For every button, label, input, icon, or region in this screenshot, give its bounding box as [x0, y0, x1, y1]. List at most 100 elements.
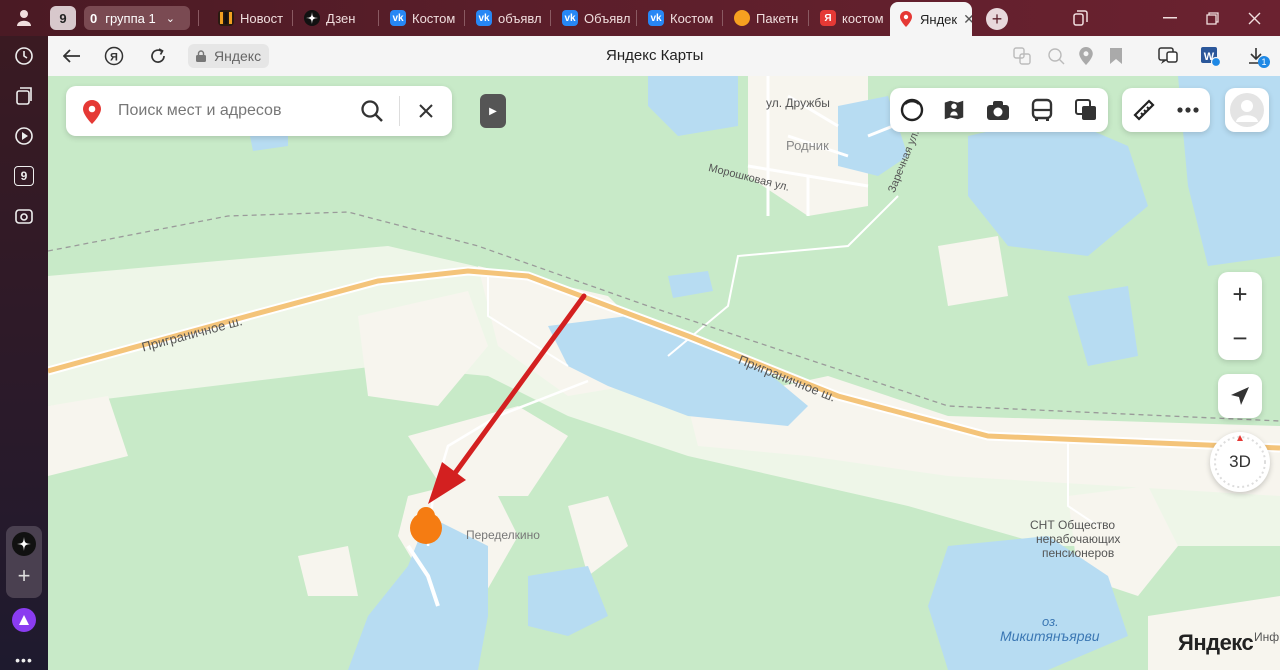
place-label: Родник	[786, 138, 829, 153]
word-extension-icon[interactable]: W	[1198, 44, 1222, 68]
search-input[interactable]	[118, 86, 348, 136]
camera-icon[interactable]	[986, 98, 1010, 122]
screenshot-icon[interactable]	[12, 204, 36, 228]
tab-divider	[808, 10, 809, 26]
tab-group[interactable]: 0 группа 1 ⌄	[84, 6, 190, 30]
tools-toolbar	[1122, 88, 1210, 132]
history-icon[interactable]	[12, 44, 36, 68]
download-icon[interactable]: 1	[1244, 44, 1270, 68]
video-icon[interactable]	[12, 124, 36, 148]
tab-counter-badge[interactable]: 9	[50, 6, 76, 30]
tab-label: костом	[842, 10, 884, 26]
minimize-icon[interactable]	[1160, 8, 1180, 28]
tab-divider	[636, 10, 637, 26]
profile-icon[interactable]	[14, 8, 34, 28]
yandex-icon: Я	[820, 10, 836, 26]
search-icon[interactable]	[360, 99, 384, 123]
map-canvas[interactable]: ул. Дружбы Родник Морошковая ул. Заречна…	[48, 76, 1280, 670]
reader-icon[interactable]	[1156, 44, 1180, 68]
bookmark-icon[interactable]	[1104, 44, 1128, 68]
download-badge: 1	[1258, 56, 1270, 68]
tab-label: Новост	[240, 10, 284, 26]
zoom-in-button[interactable]: +	[1218, 272, 1262, 316]
search-box	[66, 86, 452, 136]
tab-label: Объявл	[584, 10, 631, 26]
street-label: ул. Дружбы	[766, 96, 830, 110]
tab-dzen[interactable]: Дзен	[296, 4, 376, 32]
tab-label: Костом	[670, 10, 714, 26]
snt-label: пенсионеров	[1042, 546, 1115, 560]
user-avatar[interactable]	[1225, 88, 1269, 132]
tab-label: Яндек	[920, 11, 958, 27]
3d-button[interactable]: 3D	[1210, 432, 1270, 492]
tab-vk-4[interactable]: vk Костом	[640, 4, 720, 32]
tab-news[interactable]: Новост	[210, 4, 290, 32]
location-permission-icon[interactable]	[1074, 44, 1098, 68]
layers-icon[interactable]	[1074, 98, 1098, 122]
maps-pin-icon	[898, 11, 914, 27]
tab-divider	[292, 10, 293, 26]
zoom-page-icon[interactable]	[1044, 44, 1068, 68]
vk-icon: vk	[390, 10, 406, 26]
reload-icon[interactable]	[148, 46, 168, 66]
tab-yandex-maps[interactable]: Яндек ✕	[890, 2, 972, 36]
lake-label: оз.	[1042, 614, 1059, 629]
dzen-icon[interactable]	[12, 532, 36, 556]
browser-sidebar: 9 + •••	[0, 36, 48, 670]
new-tab-icon[interactable]: +	[986, 8, 1008, 30]
add-app-icon[interactable]: +	[12, 563, 36, 588]
tab-vk-2[interactable]: vk объявл	[468, 4, 548, 32]
tab-divider	[722, 10, 723, 26]
layers-toolbar	[890, 88, 1108, 132]
zoom-control: + −	[1218, 272, 1262, 360]
village-label: Переделкино	[466, 528, 540, 542]
zoom-out-button[interactable]: −	[1218, 316, 1262, 360]
yandex-logo: Яндекс	[1178, 630, 1254, 655]
back-icon[interactable]	[62, 46, 82, 66]
circle-icon	[734, 10, 750, 26]
close-icon[interactable]	[414, 99, 438, 123]
search-divider	[399, 96, 400, 126]
lake-label: Микитянъярви	[1000, 628, 1100, 644]
lock-icon	[196, 50, 206, 62]
collections-icon[interactable]	[12, 84, 36, 108]
circle-layer-icon[interactable]	[900, 98, 924, 122]
ruler-icon[interactable]	[1132, 98, 1156, 122]
restore-icon[interactable]	[1202, 8, 1222, 28]
yandex-home-icon[interactable]: Я	[104, 46, 124, 66]
dzen-icon	[304, 10, 320, 26]
tab-divider	[378, 10, 379, 26]
vk-icon: vk	[648, 10, 664, 26]
tab-yandex-search[interactable]: Я костом	[812, 4, 888, 32]
more-icon[interactable]: •••	[12, 648, 36, 670]
tab-label: Пакетн	[756, 10, 799, 26]
group-label: группа 1	[105, 10, 156, 26]
tab-label: объявл	[498, 10, 542, 26]
tab-bar: 9 0 группа 1 ⌄ Новост Дзен vk Костом vk …	[0, 0, 1280, 36]
close-tab-icon[interactable]: ✕	[963, 11, 972, 28]
address-bar: Я Яндекс Яндекс Карты W 1	[48, 36, 1280, 76]
translate-icon[interactable]	[1010, 44, 1034, 68]
alice-icon[interactable]	[12, 608, 36, 632]
locate-me-button[interactable]	[1218, 374, 1262, 418]
edge-label: Инф	[1254, 630, 1280, 644]
tab-vk-1[interactable]: vk Костом	[382, 4, 462, 32]
page-title: Яндекс Карты	[606, 47, 704, 64]
news-icon	[218, 10, 234, 26]
more-options-icon[interactable]	[1176, 98, 1200, 122]
url-field[interactable]: Яндекс	[188, 44, 270, 68]
navigation-arrow-icon	[1231, 387, 1249, 405]
counter-app-icon[interactable]: 9	[12, 164, 36, 188]
panorama-icon[interactable]	[942, 98, 966, 122]
bus-icon[interactable]	[1030, 98, 1054, 122]
collections-icon[interactable]	[1070, 8, 1090, 28]
close-window-icon[interactable]	[1244, 8, 1264, 28]
tab-label: Костом	[412, 10, 456, 26]
snt-label: СНТ Общество	[1030, 518, 1116, 532]
place-marker[interactable]	[408, 506, 444, 546]
chevron-down-icon: ⌄	[165, 12, 175, 25]
map-pin-icon	[83, 100, 101, 124]
tab-packet[interactable]: Пакетн	[726, 4, 806, 32]
tab-vk-3[interactable]: vk Объявл	[554, 4, 634, 32]
expand-panel-button[interactable]: ▶	[480, 94, 506, 128]
